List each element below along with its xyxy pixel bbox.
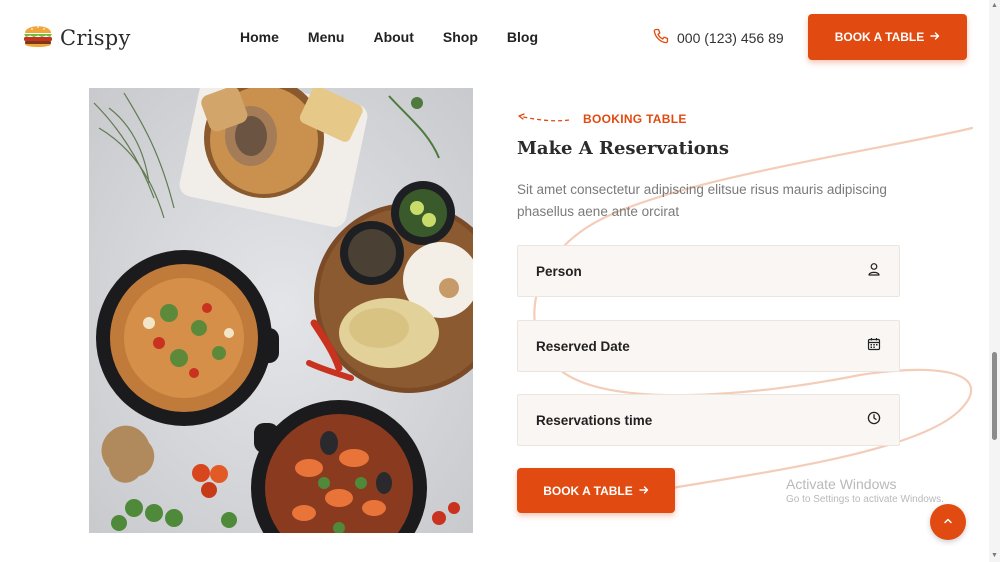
logo[interactable]: Crispy bbox=[22, 20, 131, 55]
chevron-up-icon bbox=[943, 513, 953, 531]
arrow-right-icon bbox=[639, 484, 649, 498]
site-header: Crispy Home Menu About Shop Blog 000 (12… bbox=[0, 0, 1000, 76]
scrollbar-track[interactable] bbox=[989, 0, 1000, 562]
book-table-header-button[interactable]: BOOK A TABLE bbox=[808, 14, 967, 60]
section-eyebrow: BOOKING TABLE bbox=[517, 110, 687, 128]
windows-activation-watermark: Activate Windows Go to Settings to activ… bbox=[786, 476, 944, 505]
person-field[interactable]: Person bbox=[517, 245, 900, 297]
reservation-time-field[interactable]: Reservations time bbox=[517, 394, 900, 446]
dashed-arrow-icon bbox=[517, 110, 571, 128]
nav-home[interactable]: Home bbox=[240, 29, 279, 45]
book-table-submit-button[interactable]: BOOK A TABLE bbox=[517, 468, 675, 513]
user-icon bbox=[867, 262, 881, 281]
scrollbar-thumb[interactable] bbox=[992, 352, 997, 440]
burger-icon bbox=[22, 20, 54, 55]
arrow-right-icon bbox=[930, 30, 940, 44]
reserved-date-field[interactable]: Reserved Date bbox=[517, 320, 900, 372]
scroll-to-top-button[interactable] bbox=[930, 504, 966, 540]
nav-menu[interactable]: Menu bbox=[308, 29, 345, 45]
reservation-time-field-label: Reservations time bbox=[536, 412, 653, 428]
scroll-down-arrow-icon[interactable]: ▼ bbox=[990, 552, 999, 560]
person-field-label: Person bbox=[536, 263, 582, 279]
scroll-up-arrow-icon[interactable]: ▲ bbox=[990, 2, 999, 10]
nav-shop[interactable]: Shop bbox=[443, 29, 478, 45]
reserved-date-field-label: Reserved Date bbox=[536, 338, 630, 354]
clock-icon bbox=[867, 411, 881, 430]
watermark-title: Activate Windows bbox=[786, 476, 897, 492]
section-title: Make A Reservations bbox=[517, 138, 729, 159]
phone-number: 000 (123) 456 89 bbox=[677, 29, 784, 46]
nav-blog[interactable]: Blog bbox=[507, 29, 538, 45]
phone-icon bbox=[653, 28, 669, 47]
logo-text: Crispy bbox=[60, 25, 131, 50]
main-nav: Home Menu About Shop Blog bbox=[240, 29, 538, 45]
phone-contact[interactable]: 000 (123) 456 89 bbox=[653, 28, 784, 47]
section-description: Sit amet consectetur adipiscing elitsue … bbox=[517, 182, 887, 219]
watermark-subtitle: Go to Settings to activate Windows. bbox=[786, 494, 944, 505]
book-table-header-label: BOOK A TABLE bbox=[834, 30, 925, 44]
eyebrow-label: BOOKING TABLE bbox=[583, 112, 687, 126]
calendar-icon bbox=[867, 337, 881, 356]
page: Crispy Home Menu About Shop Blog 000 (12… bbox=[0, 0, 1000, 562]
nav-about[interactable]: About bbox=[373, 29, 413, 45]
book-table-submit-label: BOOK A TABLE bbox=[543, 483, 633, 498]
food-platter-image bbox=[89, 88, 473, 533]
